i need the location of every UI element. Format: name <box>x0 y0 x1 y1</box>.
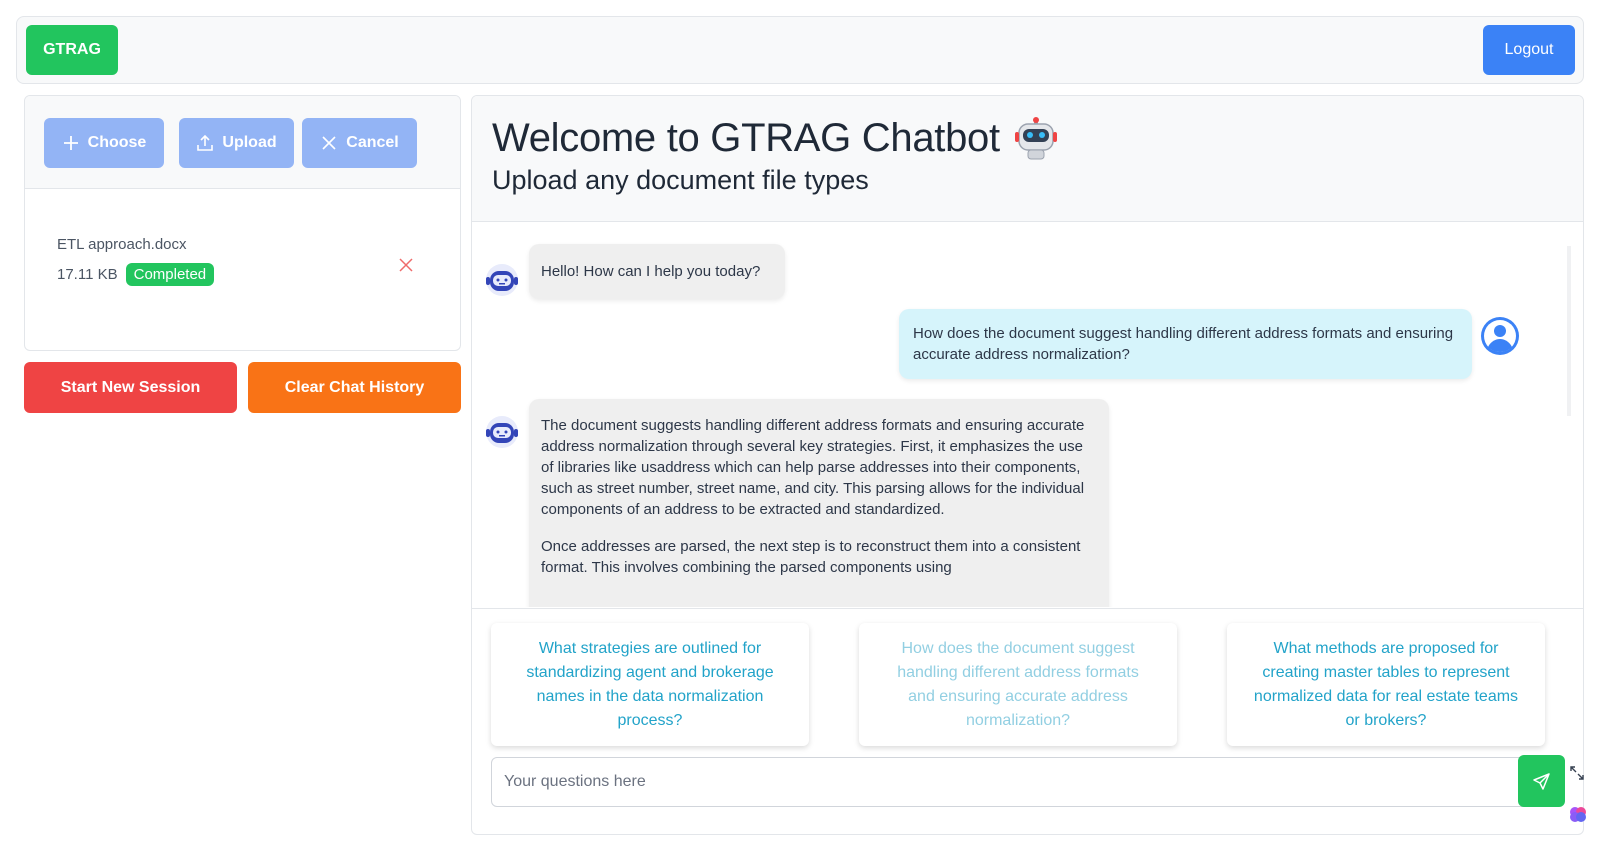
status-badge: Completed <box>125 263 215 286</box>
brand-button[interactable]: GTRAG <box>26 25 118 75</box>
message-text: Hello! How can I help you today? <box>541 263 761 280</box>
send-button[interactable] <box>1518 755 1565 807</box>
user-message: How does the document suggest handling d… <box>899 309 1472 379</box>
question-input[interactable] <box>492 758 1545 806</box>
choose-label: Choose <box>87 134 147 151</box>
file-upload-panel: Choose Upload Cancel ETL approach.docx 1… <box>24 95 461 351</box>
message-text: The document suggests handling different… <box>541 417 1085 518</box>
cancel-button[interactable]: Cancel <box>302 118 417 168</box>
user-icon <box>1481 317 1519 355</box>
robot-icon <box>486 416 518 448</box>
chat-panel: Welcome to GTRAG Chatbot Upload any docu… <box>471 95 1584 835</box>
message-text: Once addresses are parsed, the next step… <box>541 538 1081 576</box>
send-icon <box>1532 773 1550 790</box>
page-title: Welcome to GTRAG Chatbot <box>492 116 1000 160</box>
plus-icon <box>63 136 78 150</box>
start-new-session-button[interactable]: Start New Session <box>24 362 237 413</box>
file-name: ETL approach.docx <box>57 236 187 253</box>
bot-message: Hello! How can I help you today? <box>529 244 785 299</box>
message-scrollbar[interactable] <box>1567 246 1571 416</box>
logout-button[interactable]: Logout <box>1483 25 1575 75</box>
chat-header: Welcome to GTRAG Chatbot Upload any docu… <box>472 96 1583 222</box>
file-size: 17.11 KB <box>57 266 118 283</box>
brain-icon[interactable] <box>1568 804 1588 824</box>
floating-tools <box>1568 764 1590 824</box>
bot-message: The document suggests handling different… <box>529 399 1109 607</box>
upload-button[interactable]: Upload <box>179 118 294 168</box>
remove-file-icon[interactable] <box>397 256 415 274</box>
suggested-question-card[interactable]: What strategies are outlined for standar… <box>491 623 809 746</box>
top-navbar: GTRAG Logout <box>16 16 1584 84</box>
upload-icon <box>197 134 214 151</box>
close-icon <box>322 136 336 150</box>
message-list[interactable]: Hello! How can I help you today? How doe… <box>472 222 1568 607</box>
message-text: How does the document suggest handling d… <box>913 325 1454 363</box>
robot-face-icon <box>1014 116 1057 159</box>
uploaded-file-item: ETL approach.docx 17.11 KB Completed <box>57 236 215 286</box>
upload-label: Upload <box>222 134 277 151</box>
choose-button[interactable]: Choose <box>44 118 164 168</box>
suggested-question-card[interactable]: What methods are proposed for creating m… <box>1227 623 1545 746</box>
suggested-question-card[interactable]: How does the document suggest handling d… <box>859 623 1177 746</box>
cancel-label: Cancel <box>346 134 399 151</box>
divider <box>472 608 1583 609</box>
page-subtitle: Upload any document file types <box>492 165 869 195</box>
question-input-wrapper <box>491 757 1546 807</box>
clear-chat-history-button[interactable]: Clear Chat History <box>248 362 461 413</box>
robot-icon <box>486 264 518 296</box>
upload-toolbar: Choose Upload Cancel <box>25 96 460 189</box>
expand-icon[interactable] <box>1568 764 1586 782</box>
